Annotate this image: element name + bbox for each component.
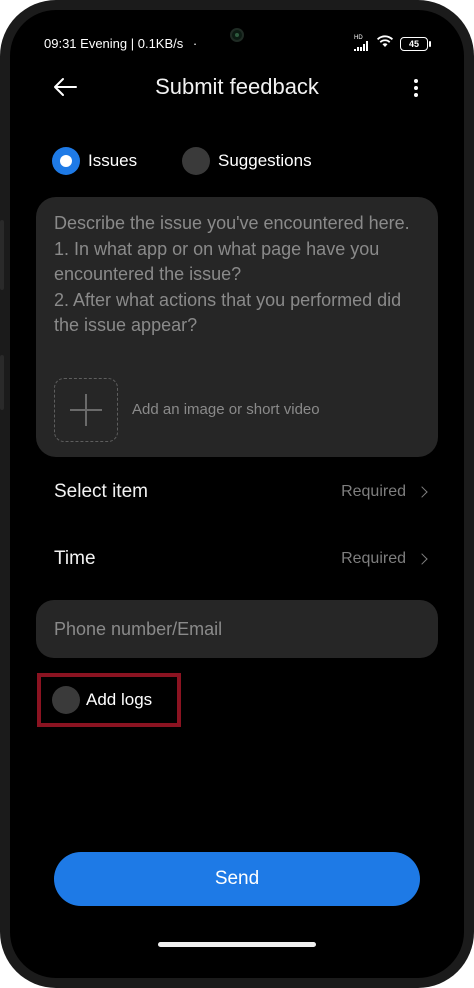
power-button (0, 355, 4, 410)
page-title: Submit feedback (155, 74, 319, 99)
more-vertical-icon (414, 79, 418, 83)
checkbox-unchecked-icon (52, 686, 80, 714)
radio-unchecked-icon (182, 147, 210, 175)
network-label: HD (354, 35, 363, 41)
select-item-row[interactable]: Select item Required (36, 470, 438, 514)
description-placeholder: Describe the issue you've encountered he… (54, 213, 410, 335)
status-time: 09:31 Evening | 0.1KB/s · (44, 36, 197, 51)
status-dot: · (192, 36, 198, 51)
wifi-icon (376, 35, 394, 53)
screen: 09:31 Evening | 0.1KB/s · HD 45 Submit f… (10, 10, 464, 978)
more-vertical-icon (414, 93, 418, 97)
status-time-text: 09:31 Evening | 0.1KB/s (44, 36, 184, 51)
chevron-right-icon (416, 486, 428, 498)
radio-suggestions-label: Suggestions (218, 151, 312, 170)
status-icons: HD 45 (354, 35, 431, 53)
volume-button (0, 220, 4, 290)
radio-issues-label: Issues (88, 151, 138, 170)
contact-input[interactable] (36, 600, 438, 658)
description-textarea[interactable]: Describe the issue you've encountered he… (36, 197, 438, 457)
select-item-value: Required (341, 483, 406, 500)
chevron-right-icon (416, 553, 428, 565)
more-vertical-icon (414, 86, 418, 90)
add-logs-label: Add logs (86, 690, 153, 709)
time-row[interactable]: Time Required (36, 537, 438, 581)
radio-suggestions[interactable]: Suggestions (182, 147, 312, 175)
add-media-button[interactable] (54, 378, 118, 442)
select-item-label: Select item (54, 481, 148, 502)
battery-icon: 45 (400, 37, 431, 51)
radio-issues[interactable]: Issues (52, 147, 137, 175)
more-options-button[interactable] (408, 74, 424, 102)
radio-checked-icon (52, 147, 80, 175)
add-media-label: Add an image or short video (132, 401, 320, 418)
add-logs-checkbox[interactable]: Add logs (52, 686, 152, 714)
send-button[interactable]: Send (54, 852, 420, 906)
time-value: Required (341, 550, 406, 567)
home-indicator[interactable] (158, 942, 316, 947)
signal-icon: HD (354, 35, 370, 51)
time-label: Time (54, 548, 96, 569)
front-camera (230, 28, 244, 42)
phone-frame: 09:31 Evening | 0.1KB/s · HD 45 Submit f… (0, 0, 474, 988)
time-value-group: Required (341, 550, 438, 568)
select-item-value-group: Required (341, 483, 438, 501)
